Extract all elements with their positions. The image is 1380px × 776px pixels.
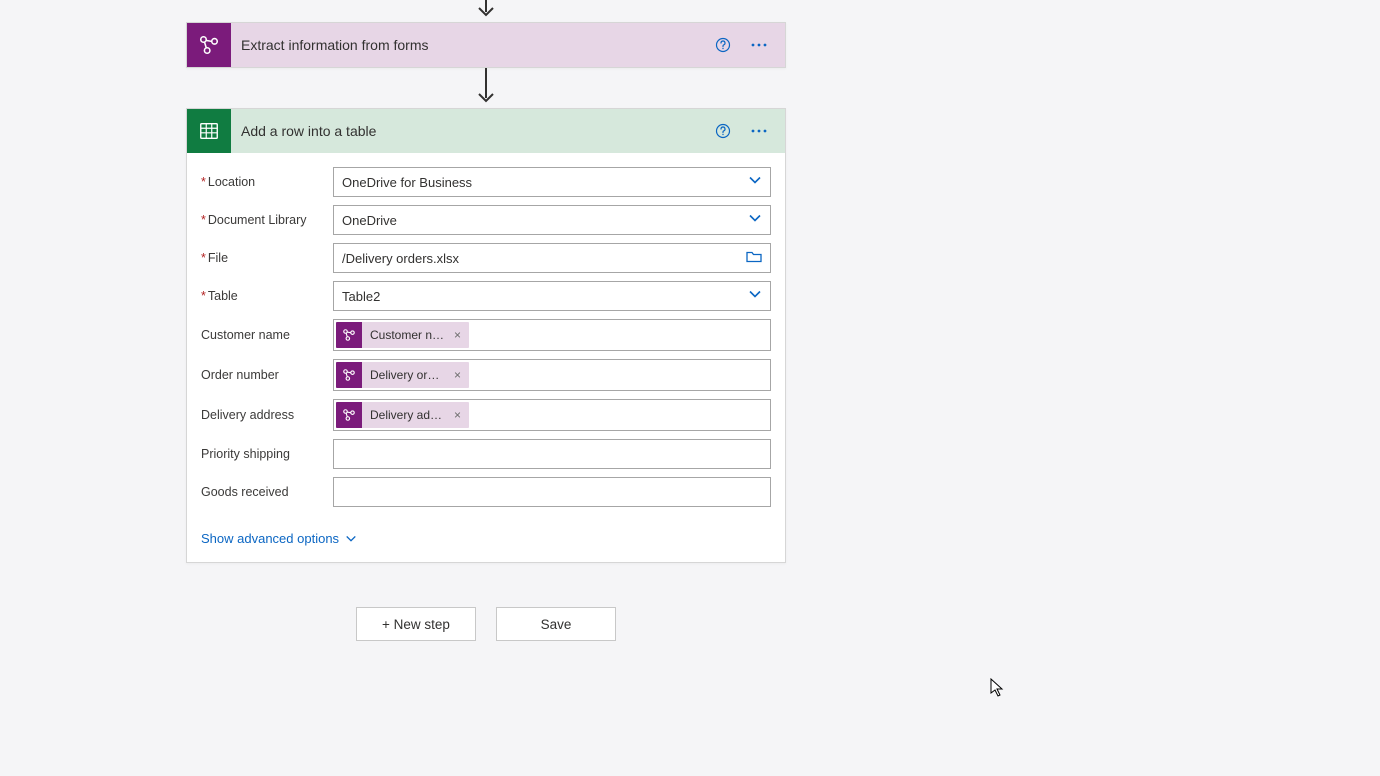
dynamic-token-delivery-order[interactable]: Delivery order ... × bbox=[336, 362, 469, 388]
table-select[interactable]: Table2 bbox=[333, 281, 771, 311]
field-delivery-address: Delivery address Delivery addre... × bbox=[201, 399, 771, 431]
link-text: Show advanced options bbox=[201, 531, 339, 546]
field-file: *File /Delivery orders.xlsx bbox=[201, 243, 771, 273]
field-order-number: Order number Delivery order ... × bbox=[201, 359, 771, 391]
delivery-address-input[interactable]: Delivery addre... × bbox=[333, 399, 771, 431]
dynamic-token-customer-name[interactable]: Customer nam... × bbox=[336, 322, 469, 348]
field-document-library: *Document Library OneDrive bbox=[201, 205, 771, 235]
token-remove-icon[interactable]: × bbox=[452, 328, 469, 342]
help-icon[interactable] bbox=[713, 121, 733, 141]
field-table: *Table Table2 bbox=[201, 281, 771, 311]
customer-name-input[interactable]: Customer nam... × bbox=[333, 319, 771, 351]
field-location: *Location OneDrive for Business bbox=[201, 167, 771, 197]
excel-icon bbox=[187, 109, 231, 153]
chevron-down-icon bbox=[748, 174, 762, 191]
field-label: *Location bbox=[201, 175, 333, 189]
priority-shipping-input[interactable] bbox=[333, 439, 771, 469]
field-goods-received: Goods received bbox=[201, 477, 771, 507]
goods-received-input[interactable] bbox=[333, 477, 771, 507]
file-value: /Delivery orders.xlsx bbox=[342, 251, 459, 266]
field-label: *Document Library bbox=[201, 213, 333, 227]
token-label: Delivery order ... bbox=[362, 368, 452, 382]
chevron-down-icon bbox=[748, 212, 762, 229]
order-number-input[interactable]: Delivery order ... × bbox=[333, 359, 771, 391]
token-label: Delivery addre... bbox=[362, 408, 452, 422]
field-label: Customer name bbox=[201, 328, 333, 342]
field-label: *File bbox=[201, 251, 333, 265]
file-input[interactable]: /Delivery orders.xlsx bbox=[333, 243, 771, 273]
field-label: Order number bbox=[201, 368, 333, 382]
dynamic-token-delivery-address[interactable]: Delivery addre... × bbox=[336, 402, 469, 428]
folder-picker-icon[interactable] bbox=[746, 250, 762, 267]
connector-arrow-top bbox=[186, 0, 786, 22]
select-value: OneDrive bbox=[342, 213, 397, 228]
step-title: Add a row into a table bbox=[231, 123, 713, 139]
field-label: Delivery address bbox=[201, 408, 333, 422]
mouse-cursor-icon bbox=[990, 678, 1006, 701]
field-customer-name: Customer name Customer nam... × bbox=[201, 319, 771, 351]
chevron-down-icon bbox=[345, 533, 357, 545]
help-icon[interactable] bbox=[713, 35, 733, 55]
field-label: *Table bbox=[201, 289, 333, 303]
select-value: OneDrive for Business bbox=[342, 175, 472, 190]
token-label: Customer nam... bbox=[362, 328, 452, 342]
step-header[interactable]: Add a row into a table bbox=[187, 109, 785, 153]
connector-arrow-middle bbox=[186, 68, 786, 108]
ai-builder-icon bbox=[336, 362, 362, 388]
select-value: Table2 bbox=[342, 289, 380, 304]
ai-builder-icon bbox=[336, 322, 362, 348]
more-icon[interactable] bbox=[749, 35, 769, 55]
ai-builder-icon bbox=[187, 23, 231, 67]
field-label: Goods received bbox=[201, 485, 333, 499]
show-advanced-options-link[interactable]: Show advanced options bbox=[201, 531, 357, 546]
chevron-down-icon bbox=[748, 288, 762, 305]
ai-builder-icon bbox=[336, 402, 362, 428]
step-title: Extract information from forms bbox=[231, 37, 713, 53]
location-select[interactable]: OneDrive for Business bbox=[333, 167, 771, 197]
save-button[interactable]: Save bbox=[496, 607, 616, 641]
field-label: Priority shipping bbox=[201, 447, 333, 461]
step-add-a-row-into-a-table: Add a row into a table *Location OneDriv… bbox=[186, 108, 786, 563]
new-step-button[interactable]: + New step bbox=[356, 607, 476, 641]
token-remove-icon[interactable]: × bbox=[452, 368, 469, 382]
more-icon[interactable] bbox=[749, 121, 769, 141]
field-priority-shipping: Priority shipping bbox=[201, 439, 771, 469]
document-library-select[interactable]: OneDrive bbox=[333, 205, 771, 235]
token-remove-icon[interactable]: × bbox=[452, 408, 469, 422]
step-extract-information-from-forms[interactable]: Extract information from forms bbox=[186, 22, 786, 68]
